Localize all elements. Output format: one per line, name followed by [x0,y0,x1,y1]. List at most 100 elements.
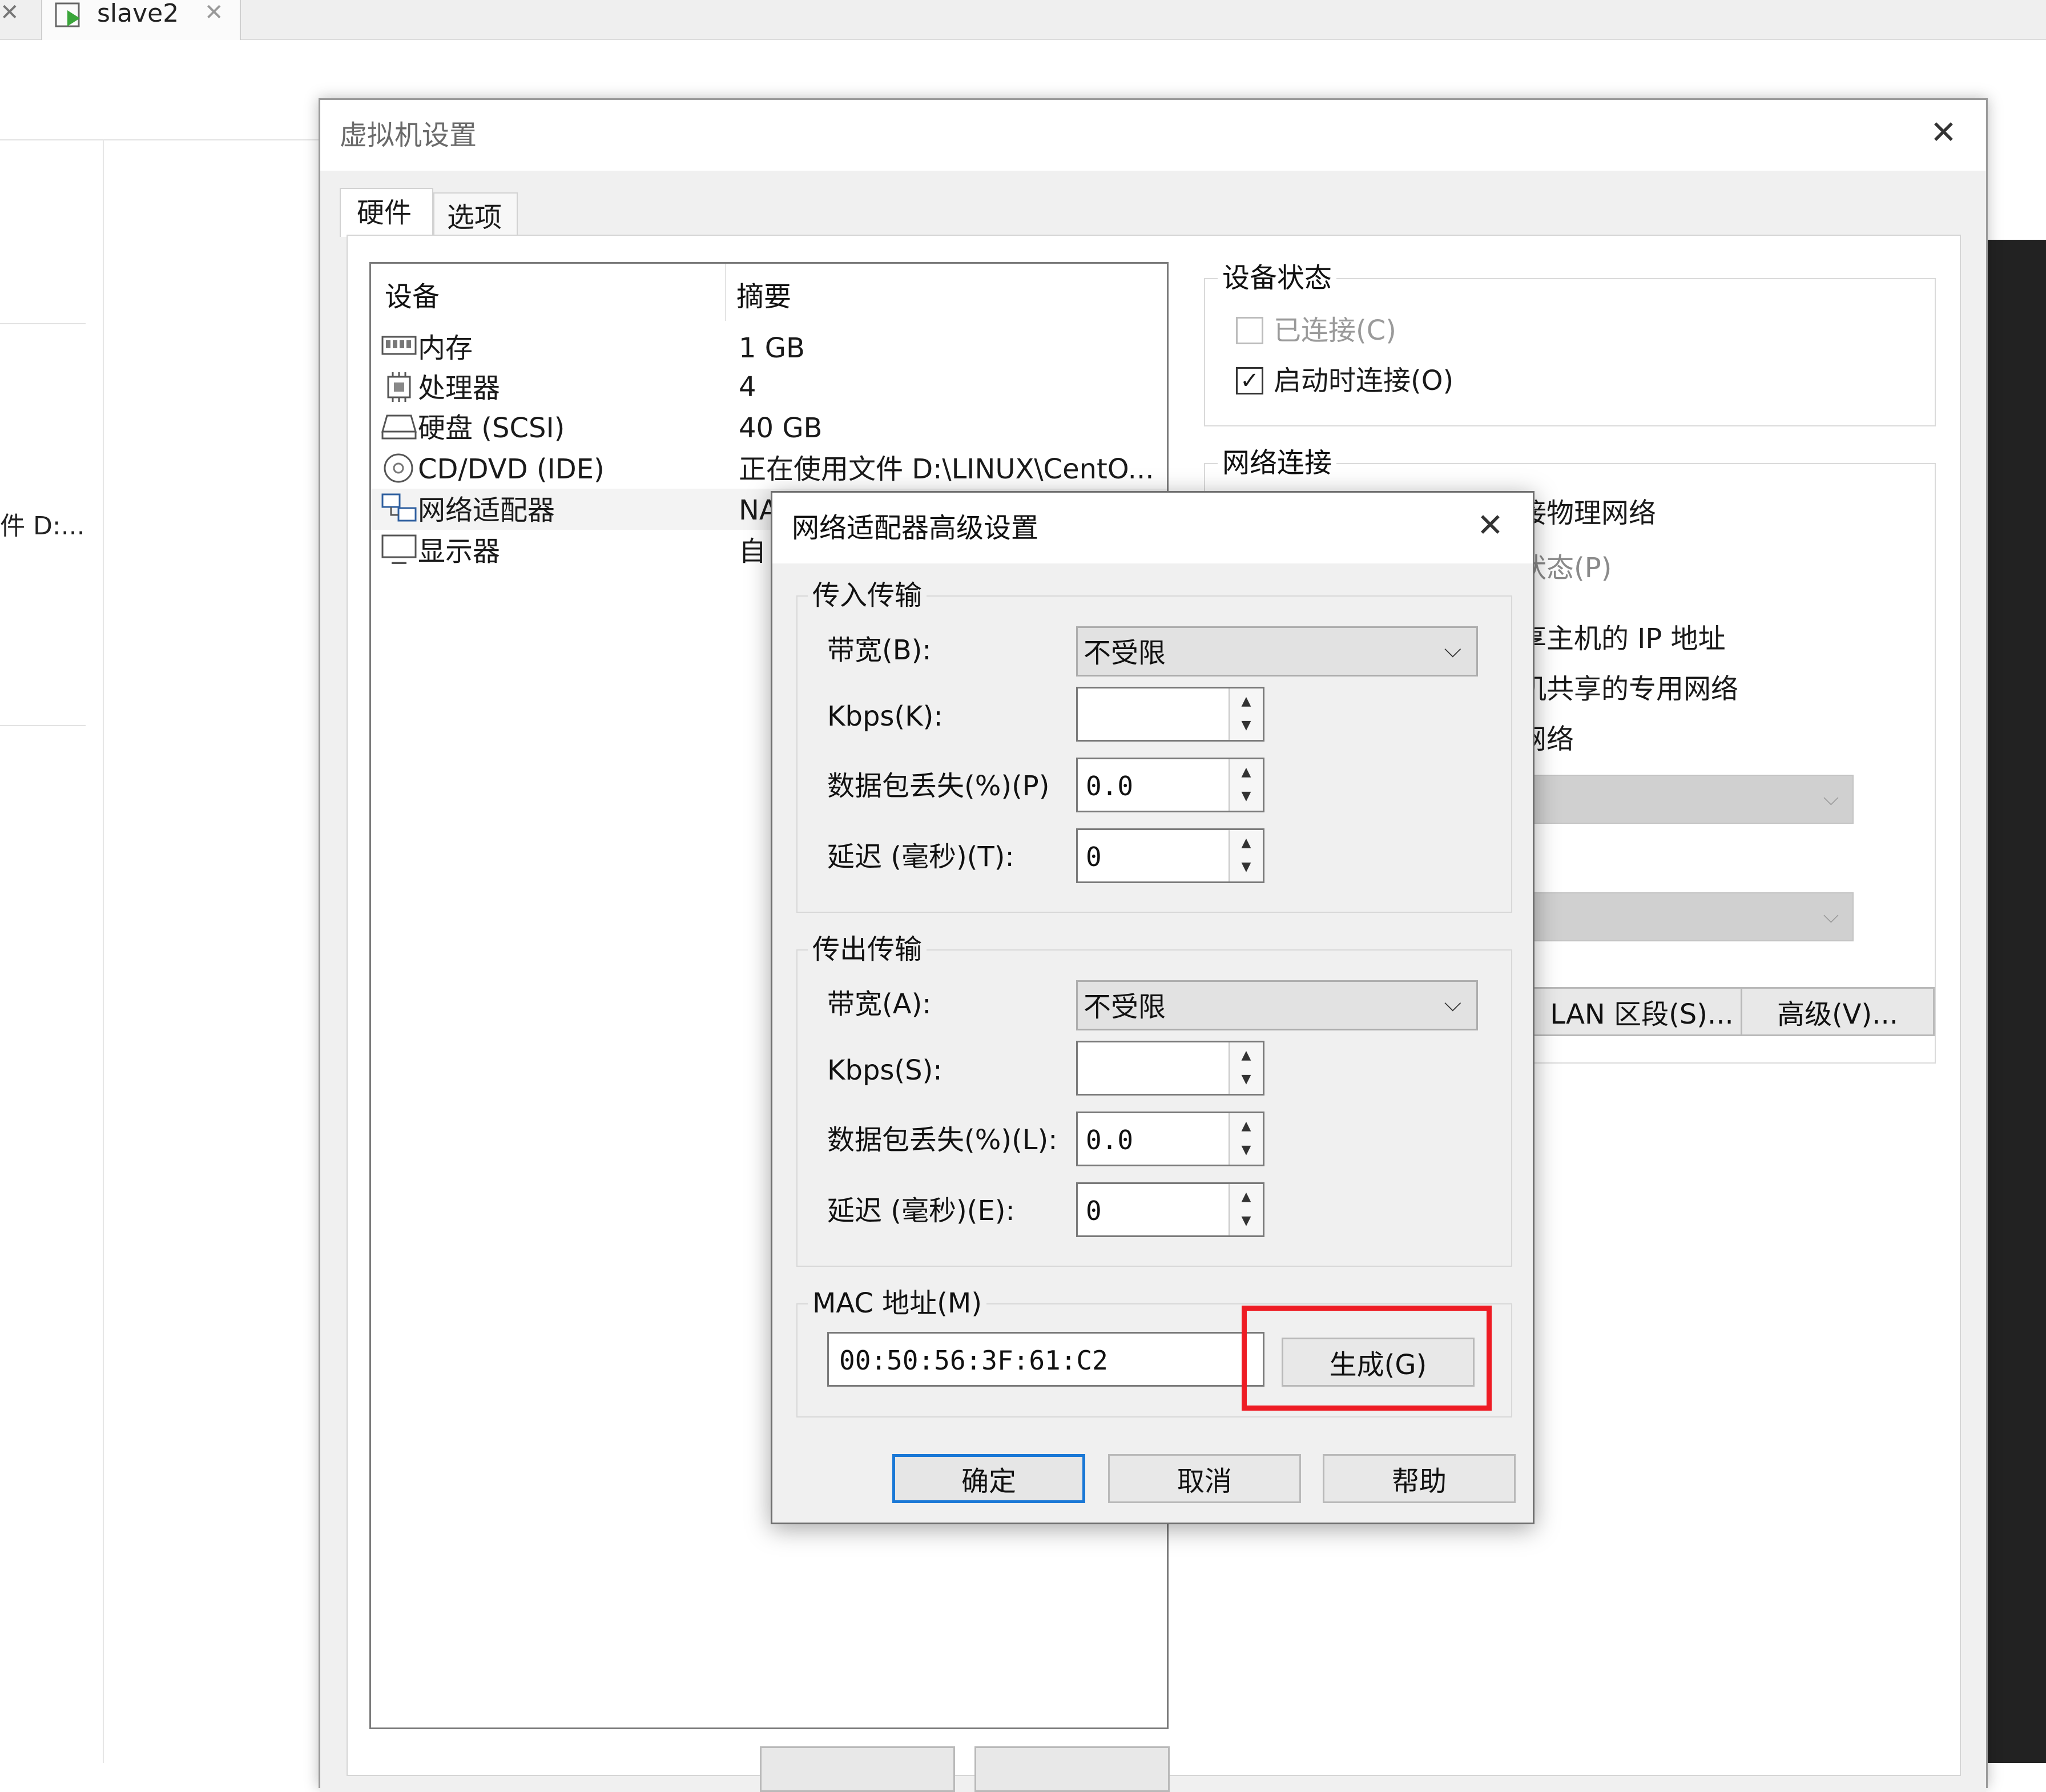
device-row-memory[interactable]: 内存 1 GB [371,328,1167,368]
tab-options[interactable]: 选项 [433,192,518,236]
arrow-down-icon[interactable]: ▼ [1230,1214,1263,1228]
chevron-down-icon: ⌵ [1823,787,1839,810]
advanced-settings-titlebar: 网络适配器高级设置 ✕ [772,493,1533,563]
mac-address-input[interactable]: 00:50:56:3F:61:C2 [827,1332,1264,1387]
group-title: 传出传输 [808,936,927,963]
advanced-settings-dialog: 网络适配器高级设置 ✕ 传入传输 带宽(B): 不受限 ⌵ Kbps(K): ▲… [771,491,1534,1524]
incoming-packet-loss-label: 数据包丢失(%)(P) [827,770,1050,802]
column-header-summary[interactable]: 摘要 [736,283,791,311]
incoming-kbps-stepper[interactable]: ▲ ▼ [1076,687,1264,742]
device-summary: 自 [739,535,767,567]
custom-network-select[interactable]: ⌵ [1519,775,1854,824]
close-icon[interactable]: ✕ [1930,117,1957,149]
memory-icon [381,336,417,355]
outgoing-latency-stepper[interactable]: 0 ▲ ▼ [1076,1182,1264,1237]
outgoing-kbps-stepper[interactable]: ▲ ▼ [1076,1041,1264,1096]
chevron-down-icon: ⌵ [1823,904,1839,928]
arrow-down-icon[interactable]: ▼ [1230,1072,1263,1086]
close-icon[interactable]: ✕ [0,1,19,24]
stepper-buttons[interactable]: ▲ ▼ [1229,1113,1263,1165]
device-row-harddisk[interactable]: 硬盘 (SCSI) 40 GB [371,408,1167,448]
arrow-down-icon[interactable]: ▼ [1230,718,1263,732]
device-row-cd-dvd[interactable]: CD/DVD (IDE) 正在使用文件 D:\LINUX\CentO... [371,448,1167,489]
stepper-buttons[interactable]: ▲ ▼ [1229,688,1263,740]
connect-at-power-on-checkbox[interactable]: ✓ [1236,367,1263,394]
incoming-latency-label: 延迟 (毫秒)(T): [827,841,1014,873]
button-label: 取消 [1177,1465,1232,1497]
chevron-down-icon: ⌵ [1444,990,1461,1017]
tab-title: slave2 [97,0,179,28]
stepper-buttons[interactable]: ▲ ▼ [1229,830,1263,881]
lan-segment-select[interactable]: ⌵ [1519,892,1854,941]
button-label: LAN 区段(S)... [1550,998,1734,1030]
device-name: CD/DVD (IDE) [418,453,605,485]
arrow-up-icon[interactable]: ▲ [1230,836,1263,850]
incoming-bandwidth-select[interactable]: 不受限 ⌵ [1076,626,1478,676]
add-device-button[interactable] [760,1746,955,1792]
device-status-group [1204,278,1936,426]
arrow-up-icon[interactable]: ▲ [1230,1048,1263,1062]
vm-tab-strip: ✕ slave2 ✕ [0,0,2046,40]
outgoing-latency-label: 延迟 (毫秒)(E): [827,1195,1015,1227]
dialog-title: 网络适配器高级设置 [792,512,1039,544]
close-icon[interactable]: ✕ [204,1,224,24]
group-title: 网络连接 [1218,449,1337,477]
stepper-value: 0.0 [1086,1125,1134,1155]
device-name: 显示器 [418,535,501,567]
lan-segment-button[interactable]: LAN 区段(S)... [1513,987,1770,1036]
device-name: 网络适配器 [418,494,555,526]
device-summary: 40 GB [739,412,823,444]
cancel-button[interactable]: 取消 [1108,1454,1301,1503]
select-value: 不受限 [1084,991,1166,1023]
incoming-latency-stepper[interactable]: 0 ▲ ▼ [1076,828,1264,883]
advanced-button[interactable]: 高级(V)... [1741,987,1935,1036]
device-summary: 4 [739,371,756,403]
divider [103,139,104,1763]
arrow-up-icon[interactable]: ▲ [1230,765,1263,779]
incoming-packet-loss-stepper[interactable]: 0.0 ▲ ▼ [1076,758,1264,812]
arrow-down-icon[interactable]: ▼ [1230,789,1263,803]
connect-at-power-on-label: 启动时连接(O) [1274,365,1454,397]
arrow-down-icon[interactable]: ▼ [1230,860,1263,874]
display-icon [381,534,417,564]
select-value: 不受限 [1084,637,1166,669]
radio-label-nat[interactable]: 享主机的 IP 地址 [1519,625,1726,653]
outgoing-packet-loss-label: 数据包丢失(%)(L): [827,1124,1058,1156]
stepper-value: 0.0 [1086,771,1134,802]
group-title: 传入传输 [808,582,927,609]
stepper-value: 0 [1086,1195,1102,1226]
arrow-down-icon[interactable]: ▼ [1230,1143,1263,1157]
radio-label-host-only[interactable]: 机共享的专用网络 [1519,675,1738,703]
outgoing-packet-loss-stepper[interactable]: 0.0 ▲ ▼ [1076,1112,1264,1166]
ok-button[interactable]: 确定 [892,1454,1085,1503]
connected-checkbox[interactable] [1236,317,1263,344]
help-button[interactable]: 帮助 [1323,1454,1516,1503]
stepper-buttons[interactable]: ▲ ▼ [1229,1042,1263,1094]
outgoing-bandwidth-label: 带宽(A): [827,988,932,1020]
radio-label-bridged[interactable]: 接物理网络 [1519,500,1656,527]
outgoing-bandwidth-select[interactable]: 不受限 ⌵ [1076,980,1478,1030]
chevron-down-icon: ⌵ [1444,637,1461,663]
remove-device-button[interactable] [974,1746,1170,1792]
tab-hardware[interactable]: 硬件 [340,188,433,237]
vm-running-icon [55,2,80,27]
device-name: 内存 [418,332,473,364]
vm-settings-titlebar: 虚拟机设置 ✕ [320,100,1986,171]
red-highlight-annotation [1242,1306,1492,1411]
host-summary-fragment: 件 D:... [0,512,85,541]
tab-slave2[interactable]: slave2 ✕ [41,0,241,40]
arrow-up-icon[interactable]: ▲ [1230,694,1263,708]
device-summary: 1 GB [739,332,805,364]
connected-label: 已连接(C) [1274,315,1396,347]
arrow-up-icon[interactable]: ▲ [1230,1119,1263,1133]
arrow-up-icon[interactable]: ▲ [1230,1190,1263,1204]
device-summary: 正在使用文件 D:\LINUX\CentO... [739,453,1154,485]
column-header-device[interactable]: 设备 [385,283,440,311]
device-name: 硬盘 (SCSI) [418,412,565,444]
stepper-buttons[interactable]: ▲ ▼ [1229,1184,1263,1235]
stepper-value: 0 [1086,841,1102,872]
dialog-title: 虚拟机设置 [340,119,477,151]
stepper-buttons[interactable]: ▲ ▼ [1229,759,1263,811]
close-icon[interactable]: ✕ [1477,510,1504,542]
device-row-processor[interactable]: 处理器 4 [371,368,1167,408]
